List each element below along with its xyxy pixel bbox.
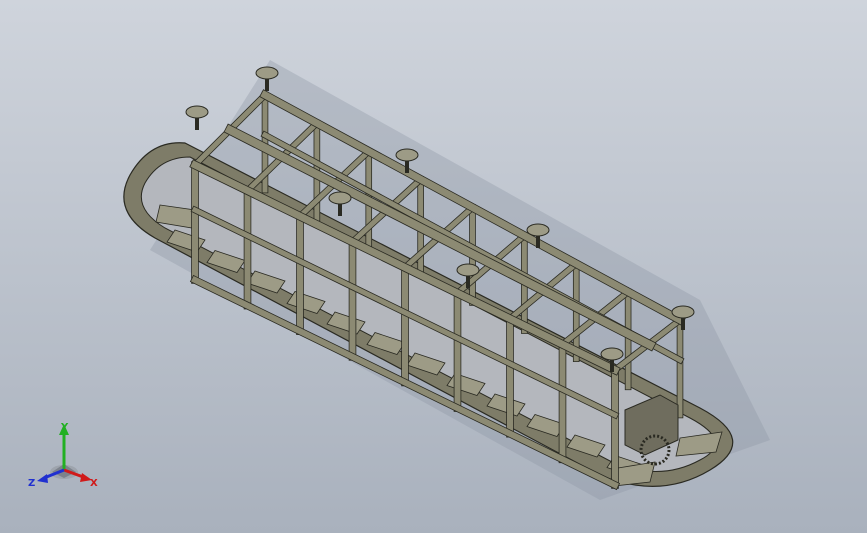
z-axis-label: Z [28, 478, 35, 489]
disc-mount [456, 263, 480, 277]
disc-mount [255, 66, 279, 80]
3d-model-conveyor-frame[interactable] [0, 0, 867, 533]
z-axis-head-icon [37, 474, 48, 483]
disc-mount [600, 347, 624, 361]
disc-mount [395, 148, 419, 162]
y-axis-label: Y [60, 422, 69, 433]
disc-mount [526, 223, 550, 237]
axis-triad: Y X Z [28, 422, 98, 489]
disc-mount [185, 105, 209, 119]
graphics-viewport[interactable]: Y X Z [0, 0, 867, 533]
x-axis-label: X [90, 478, 98, 489]
disc-mount [328, 191, 352, 205]
disc-mount [671, 305, 695, 319]
